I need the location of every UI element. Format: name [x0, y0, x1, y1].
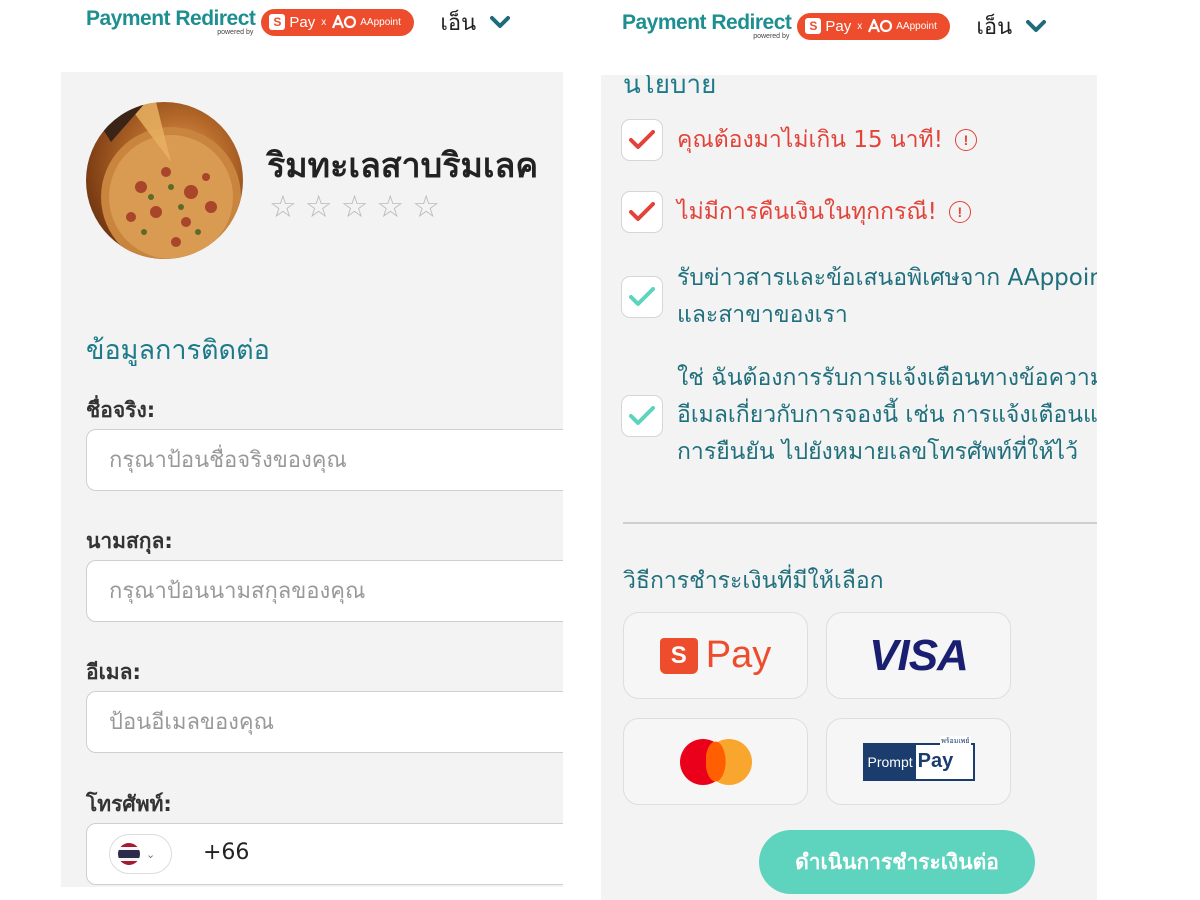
mastercard-option[interactable] [623, 718, 808, 805]
star-icon[interactable]: ☆ [412, 190, 440, 224]
country-code-select[interactable]: ⌄ [109, 834, 172, 874]
shopee-bag-icon: S [659, 637, 698, 674]
newsletter-row[interactable]: รับข่าวสารและข้อเสนอพิเศษจาก AAppoint แล… [621, 260, 1097, 334]
notification-checkbox[interactable] [621, 394, 663, 437]
promptpay-prompt-text: Prompt [864, 744, 916, 779]
star-icon[interactable]: ☆ [376, 190, 404, 224]
language-selector[interactable]: เอ็น [976, 9, 1047, 44]
shopeepay-icon: S [269, 14, 286, 30]
phone-field[interactable]: ⌄ +66 [86, 823, 563, 885]
thailand-flag-icon [118, 843, 140, 865]
refund-policy-row[interactable]: ไม่มีการคืนเงินในทุกกรณี!! [621, 191, 971, 233]
shop-name: ริมทะเลสาบริมเลค [267, 146, 539, 186]
payment-methods-title: วิธีการชำระเงินที่มีให้เลือก [623, 568, 884, 594]
partner-badge: S Pay x AAppoint [797, 12, 951, 40]
dial-code: +66 [203, 840, 250, 865]
check-icon [629, 405, 655, 425]
notification-text: ใช่ ฉันต้องการรับการแจ้งเตือนทางข้อความแ… [677, 365, 1097, 465]
brand-powered-by: powered by [753, 33, 790, 40]
partner-pay-text: Pay [825, 17, 852, 35]
brand-logo: Payment Redirect powered by [622, 11, 792, 41]
check-icon [629, 202, 655, 221]
phone-label: โทรศัพท์: [86, 792, 172, 816]
shopeepay-option[interactable]: S Pay [623, 612, 808, 699]
policy-heading: นโยบาย [623, 75, 717, 100]
shopeepay-icon: S [805, 18, 822, 34]
partner-pay-text: Pay [289, 13, 316, 31]
last-name-input[interactable] [86, 560, 563, 622]
info-icon[interactable]: ! [954, 129, 977, 151]
promptpay-pay-text: Pay [917, 750, 954, 772]
aappoint-icon [868, 19, 893, 33]
star-icon[interactable]: ☆ [305, 190, 333, 224]
info-icon[interactable]: ! [948, 201, 971, 223]
partner-aappoint-text: AAppoint [896, 20, 937, 32]
refund-policy-text: ไม่มีการคืนเงินในทุกกรณี!! [677, 194, 971, 231]
shopeepay-logo: S Pay [659, 634, 772, 677]
brand-logo: Payment Redirect powered by [86, 7, 256, 37]
visa-option[interactable]: VISA [826, 612, 1011, 699]
divider [623, 522, 1097, 524]
last-name-label: นามสกุล: [86, 529, 173, 553]
notification-row[interactable]: ใช่ ฉันต้องการรับการแจ้งเตือนทางข้อความแ… [621, 360, 1097, 471]
language-selector[interactable]: เอ็น [440, 5, 511, 40]
continue-payment-button[interactable]: ดำเนินการชำระเงินต่อ [759, 830, 1035, 894]
email-label: อีเมล: [86, 660, 141, 684]
chevron-down-icon [490, 15, 511, 29]
right-header: Payment Redirect powered by S Pay x AApp… [622, 4, 1047, 48]
brand-title: Payment Redirect [622, 11, 792, 34]
check-icon [629, 287, 655, 306]
contact-panel: ริมทะเลสาบริมเลค ☆ ☆ ☆ ☆ ☆ ข้อมูลการติดต… [61, 72, 563, 887]
check-icon [629, 130, 655, 149]
promptpay-option[interactable]: พร้อมเพย์ Prompt Pay [826, 718, 1011, 805]
contact-section-title: ข้อมูลการติดต่อ [86, 335, 270, 366]
promptpay-logo: พร้อมเพย์ Prompt Pay [862, 735, 975, 781]
star-icon[interactable]: ☆ [341, 190, 369, 224]
first-name-label: ชื่อจริง: [86, 398, 156, 422]
partner-x-text: x [321, 16, 327, 28]
brand-powered-by: powered by [217, 29, 254, 36]
partner-badge: S Pay x AAppoint [261, 8, 415, 36]
mastercard-icon [679, 738, 752, 785]
chevron-down-icon: ⌄ [146, 847, 156, 861]
arrival-policy-text: คุณต้องมาไม่เกิน 15 นาที!! [677, 122, 977, 159]
visa-logo: VISA [869, 630, 969, 680]
newsletter-text: รับข่าวสารและข้อเสนอพิเศษจาก AAppoint แล… [677, 265, 1097, 328]
brand-title: Payment Redirect [86, 7, 256, 30]
aappoint-icon [332, 15, 357, 29]
language-label: เอ็น [976, 14, 1013, 40]
partner-aappoint-text: AAppoint [360, 16, 401, 28]
shop-avatar [86, 102, 243, 259]
newsletter-checkbox[interactable] [621, 276, 663, 318]
partner-x-text: x [857, 20, 863, 32]
rating-stars[interactable]: ☆ ☆ ☆ ☆ ☆ [269, 190, 440, 224]
policy-payment-panel: นโยบาย คุณต้องมาไม่เกิน 15 นาที!! ไม่มีก… [601, 75, 1097, 900]
arrival-policy-checkbox[interactable] [621, 119, 663, 161]
email-input[interactable] [86, 691, 563, 753]
promptpay-thai-text: พร้อมเพย์ [940, 735, 971, 747]
language-label: เอ็น [440, 10, 477, 36]
chevron-down-icon [1026, 19, 1047, 33]
left-header: Payment Redirect powered by S Pay x AApp… [86, 0, 511, 44]
refund-policy-checkbox[interactable] [621, 191, 663, 233]
shopeepay-text: Pay [705, 634, 772, 676]
first-name-input[interactable] [86, 429, 563, 491]
arrival-policy-row[interactable]: คุณต้องมาไม่เกิน 15 นาที!! [621, 119, 977, 161]
star-icon[interactable]: ☆ [269, 190, 297, 224]
